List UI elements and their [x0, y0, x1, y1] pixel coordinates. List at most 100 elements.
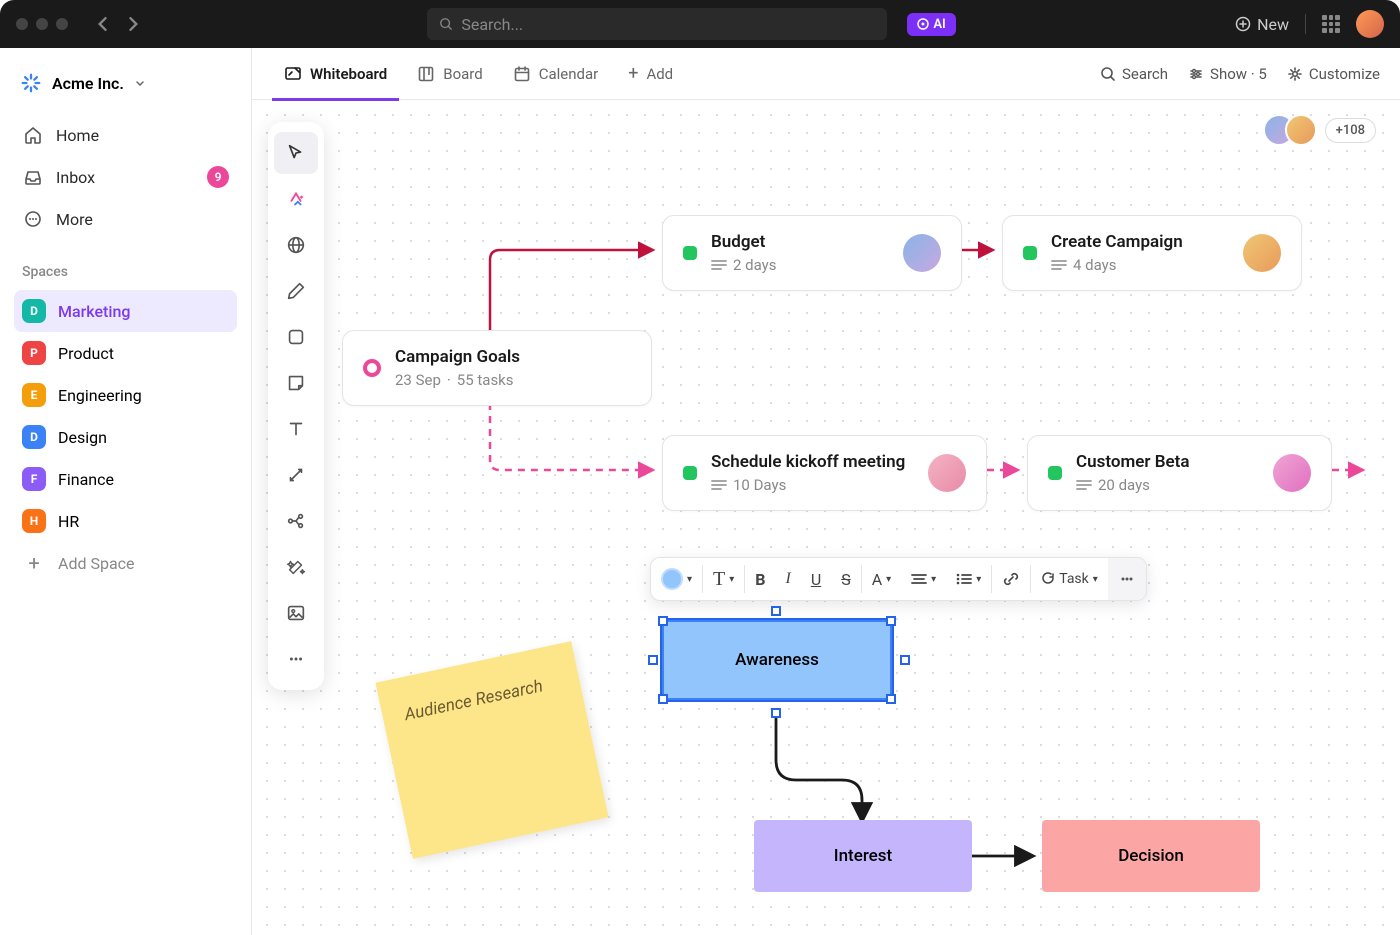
ellipsis-icon — [22, 208, 44, 230]
collaborator-avatar[interactable] — [1285, 114, 1317, 146]
color-swatch-icon — [661, 568, 683, 590]
show-filter-button[interactable]: Show · 5 — [1188, 65, 1267, 83]
collaborators: +108 — [1263, 114, 1376, 146]
tool-more[interactable] — [274, 638, 318, 680]
align-button[interactable]: ▾ — [901, 557, 946, 601]
sticky-note[interactable]: Audience Research — [375, 641, 608, 859]
nav-back-button[interactable] — [88, 10, 116, 38]
font-button[interactable]: T▾ — [703, 557, 744, 601]
home-icon — [22, 124, 44, 146]
color-picker-button[interactable]: ▾ — [651, 557, 702, 601]
strikethrough-button[interactable]: S — [831, 557, 861, 601]
customize-button[interactable]: Customize — [1287, 65, 1380, 83]
user-avatar[interactable] — [1356, 10, 1384, 38]
shape-interest[interactable]: Interest — [754, 820, 972, 892]
ai-button[interactable]: AI — [907, 13, 955, 36]
tab-whiteboard[interactable]: Whiteboard — [272, 48, 399, 100]
tab-calendar[interactable]: Calendar — [501, 48, 611, 100]
tool-select[interactable] — [274, 132, 318, 174]
link-button[interactable] — [992, 557, 1030, 601]
workspace-logo-icon — [20, 72, 42, 94]
space-label: Marketing — [58, 302, 130, 321]
sliders-icon — [1188, 66, 1204, 82]
whiteboard-icon — [284, 65, 302, 83]
sidebar-space-design[interactable]: DDesign — [14, 416, 237, 458]
tab-add-view[interactable]: + Add — [616, 48, 685, 100]
tool-image[interactable] — [274, 592, 318, 634]
canvas-search-button[interactable]: Search — [1100, 65, 1168, 83]
new-button[interactable]: New — [1235, 15, 1289, 34]
sidebar: Acme Inc. Home Inbox 9 More Spaces D Mark… — [0, 48, 252, 935]
tool-magic[interactable] — [274, 546, 318, 588]
task-card-schedule-kickoff[interactable]: Schedule kickoff meeting 10 Days — [662, 435, 987, 511]
convert-task-button[interactable]: Task ▾ — [1031, 557, 1108, 601]
text-color-button[interactable]: A▾ — [862, 557, 901, 601]
list-button[interactable]: ▾ — [946, 557, 991, 601]
calendar-icon — [513, 65, 531, 83]
space-label: Finance — [58, 470, 114, 489]
shape-decision[interactable]: Decision — [1042, 820, 1260, 892]
tool-generate[interactable] — [274, 178, 318, 220]
tool-text[interactable] — [274, 408, 318, 450]
italic-button[interactable]: I — [776, 557, 801, 601]
format-more-button[interactable] — [1108, 557, 1146, 601]
whiteboard-toolbox — [268, 122, 324, 690]
assignee-avatar[interactable] — [1243, 234, 1281, 272]
sidebar-space-marketing[interactable]: D Marketing — [14, 290, 237, 332]
task-card-create-campaign[interactable]: Create Campaign 4 days — [1002, 215, 1302, 291]
search-icon — [439, 17, 453, 31]
space-icon: H — [22, 509, 46, 533]
sidebar-space-engineering[interactable]: E Engineering — [14, 374, 237, 416]
status-dot-icon — [683, 466, 697, 480]
description-icon — [1076, 478, 1092, 492]
sidebar-space-finance[interactable]: F Finance — [14, 458, 237, 500]
tool-mindmap[interactable] — [274, 500, 318, 542]
status-dot-icon — [683, 246, 697, 260]
spaces-heading: Spaces — [14, 240, 237, 290]
shape-awareness[interactable]: Awareness — [662, 620, 892, 700]
assignee-avatar[interactable] — [928, 454, 966, 492]
global-search-input[interactable]: Search... — [427, 8, 887, 40]
description-icon — [711, 478, 727, 492]
workspace-selector[interactable]: Acme Inc. — [14, 64, 237, 114]
inbox-badge: 9 — [207, 166, 229, 188]
status-dot-icon — [1023, 246, 1037, 260]
gear-icon — [1287, 66, 1303, 82]
format-toolbar: ▾ T▾ B I U S A▾ ▾ ▾ Task ▾ — [650, 557, 1147, 601]
space-icon: F — [22, 467, 46, 491]
apps-button[interactable] — [1322, 15, 1340, 33]
window-controls[interactable] — [16, 18, 68, 30]
tab-board[interactable]: Board — [405, 48, 494, 100]
tool-web[interactable] — [274, 224, 318, 266]
add-space-button[interactable]: + Add Space — [14, 542, 237, 584]
sidebar-space-hr[interactable]: H HR — [14, 500, 237, 542]
inbox-icon — [22, 166, 44, 188]
nav-forward-button[interactable] — [120, 10, 148, 38]
description-icon — [1051, 258, 1067, 272]
tool-sticky[interactable] — [274, 362, 318, 404]
task-card-customer-beta[interactable]: Customer Beta 20 days — [1027, 435, 1332, 511]
sidebar-item-more[interactable]: More — [14, 198, 237, 240]
space-label: Engineering — [58, 386, 142, 405]
tool-connector[interactable] — [274, 454, 318, 496]
sidebar-item-home[interactable]: Home — [14, 114, 237, 156]
sidebar-item-inbox[interactable]: Inbox 9 — [14, 156, 237, 198]
status-ring-icon — [363, 359, 381, 377]
board-icon — [417, 65, 435, 83]
tool-pen[interactable] — [274, 270, 318, 312]
assignee-avatar[interactable] — [1273, 454, 1311, 492]
task-card-budget[interactable]: Budget 2 days — [662, 215, 962, 291]
sidebar-space-product[interactable]: PProduct — [14, 332, 237, 374]
assignee-avatar[interactable] — [903, 234, 941, 272]
tool-shape[interactable] — [274, 316, 318, 358]
description-icon — [711, 258, 727, 272]
space-label: HR — [58, 512, 79, 531]
plus-icon: + — [628, 63, 638, 84]
space-icon: E — [22, 383, 46, 407]
underline-button[interactable]: U — [801, 557, 831, 601]
collaborator-count[interactable]: +108 — [1325, 118, 1376, 143]
whiteboard-canvas[interactable]: +108 — [252, 100, 1400, 935]
task-card-campaign-goals[interactable]: Campaign Goals 23 Sep·55 tasks — [342, 330, 652, 406]
bold-button[interactable]: B — [745, 557, 775, 601]
space-icon: D — [22, 299, 46, 323]
